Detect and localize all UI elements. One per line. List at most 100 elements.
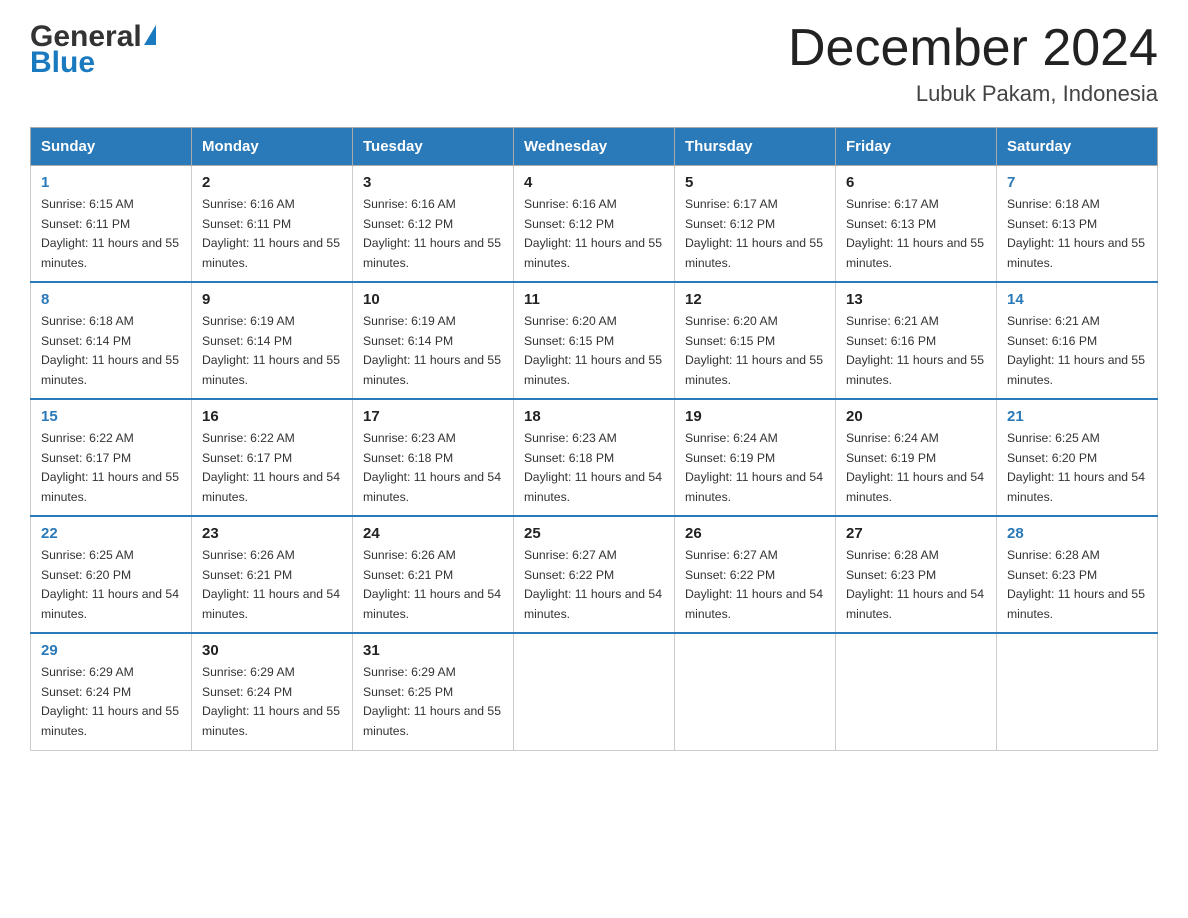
day-number: 19: [685, 408, 825, 425]
calendar-cell: 22Sunrise: 6:25 AMSunset: 6:20 PMDayligh…: [31, 516, 192, 633]
week-row-3: 15 Sunrise: 6:22 AMSunset: 6:17 PMDayligh…: [31, 399, 1158, 516]
day-info: Sunrise: 6:17 AMSunset: 6:13 PMDaylight:…: [846, 195, 986, 273]
calendar-cell: 7 Sunrise: 6:18 AMSunset: 6:13 PMDaylight…: [997, 166, 1158, 283]
calendar-cell: 26 Sunrise: 6:27 AMSunset: 6:22 PMDayligh…: [675, 516, 836, 633]
calendar-cell: 25Sunrise: 6:27 AMSunset: 6:22 PMDayligh…: [514, 516, 675, 633]
day-info: Sunrise: 6:26 AMSunset: 6:21 PMDaylight:…: [363, 546, 503, 624]
day-info: Sunrise: 6:16 AMSunset: 6:12 PMDaylight:…: [524, 195, 664, 273]
day-number: 31: [363, 642, 503, 659]
header-day-saturday: Saturday: [997, 128, 1158, 166]
calendar-cell: [836, 633, 997, 750]
day-number: 2: [202, 174, 342, 191]
day-number: 15: [41, 408, 181, 425]
day-info: Sunrise: 6:16 AMSunset: 6:11 PMDaylight:…: [202, 195, 342, 273]
day-info: Sunrise: 6:19 AMSunset: 6:14 PMDaylight:…: [363, 312, 503, 390]
calendar-cell: 28Sunrise: 6:28 AMSunset: 6:23 PMDayligh…: [997, 516, 1158, 633]
day-number: 1: [41, 174, 181, 191]
day-number: 21: [1007, 408, 1147, 425]
day-info: Sunrise: 6:27 AMSunset: 6:22 PMDaylight:…: [685, 546, 825, 624]
day-info: Sunrise: 6:22 AMSunset: 6:17 PMDaylight:…: [202, 429, 342, 507]
day-number: 9: [202, 291, 342, 308]
day-info: Sunrise: 6:18 AMSunset: 6:13 PMDaylight:…: [1007, 195, 1147, 273]
day-info: Sunrise: 6:24 AMSunset: 6:19 PMDaylight:…: [685, 429, 825, 507]
day-info: Sunrise: 6:25 AMSunset: 6:20 PMDaylight:…: [1007, 429, 1147, 507]
day-info: Sunrise: 6:20 AMSunset: 6:15 PMDaylight:…: [685, 312, 825, 390]
day-number: 18: [524, 408, 664, 425]
header-day-thursday: Thursday: [675, 128, 836, 166]
calendar-cell: 12 Sunrise: 6:20 AMSunset: 6:15 PMDayligh…: [675, 282, 836, 399]
page-header: General Blue December 2024 Lubuk Pakam, …: [30, 20, 1158, 107]
calendar-cell: 8 Sunrise: 6:18 AMSunset: 6:14 PMDaylight…: [31, 282, 192, 399]
day-number: 7: [1007, 174, 1147, 191]
calendar-cell: 1 Sunrise: 6:15 AMSunset: 6:11 PMDaylight…: [31, 166, 192, 283]
calendar-cell: 20Sunrise: 6:24 AMSunset: 6:19 PMDayligh…: [836, 399, 997, 516]
day-number: 16: [202, 408, 342, 425]
calendar-cell: 10 Sunrise: 6:19 AMSunset: 6:14 PMDayligh…: [353, 282, 514, 399]
day-info: Sunrise: 6:29 AMSunset: 6:25 PMDaylight:…: [363, 663, 503, 741]
day-info: Sunrise: 6:25 AMSunset: 6:20 PMDaylight:…: [41, 546, 181, 624]
calendar-cell: 3 Sunrise: 6:16 AMSunset: 6:12 PMDaylight…: [353, 166, 514, 283]
day-number: 30: [202, 642, 342, 659]
calendar-table: SundayMondayTuesdayWednesdayThursdayFrid…: [30, 127, 1158, 750]
calendar-cell: 13 Sunrise: 6:21 AMSunset: 6:16 PMDayligh…: [836, 282, 997, 399]
calendar-cell: 23Sunrise: 6:26 AMSunset: 6:21 PMDayligh…: [192, 516, 353, 633]
calendar-cell: 21 Sunrise: 6:25 AMSunset: 6:20 PMDayligh…: [997, 399, 1158, 516]
calendar-cell: 6Sunrise: 6:17 AMSunset: 6:13 PMDaylight…: [836, 166, 997, 283]
day-info: Sunrise: 6:21 AMSunset: 6:16 PMDaylight:…: [1007, 312, 1147, 390]
calendar-cell: 18 Sunrise: 6:23 AMSunset: 6:18 PMDayligh…: [514, 399, 675, 516]
day-number: 3: [363, 174, 503, 191]
calendar-cell: 9 Sunrise: 6:19 AMSunset: 6:14 PMDaylight…: [192, 282, 353, 399]
header-row: SundayMondayTuesdayWednesdayThursdayFrid…: [31, 128, 1158, 166]
day-number: 27: [846, 525, 986, 542]
day-number: 8: [41, 291, 181, 308]
day-number: 20: [846, 408, 986, 425]
calendar-cell: 30 Sunrise: 6:29 AMSunset: 6:24 PMDayligh…: [192, 633, 353, 750]
day-number: 28: [1007, 525, 1147, 542]
header-day-wednesday: Wednesday: [514, 128, 675, 166]
day-info: Sunrise: 6:29 AMSunset: 6:24 PMDaylight:…: [202, 663, 342, 741]
calendar-cell: 27 Sunrise: 6:28 AMSunset: 6:23 PMDayligh…: [836, 516, 997, 633]
header-day-monday: Monday: [192, 128, 353, 166]
day-number: 24: [363, 525, 503, 542]
day-info: Sunrise: 6:22 AMSunset: 6:17 PMDaylight:…: [41, 429, 181, 507]
calendar-cell: 24 Sunrise: 6:26 AMSunset: 6:21 PMDayligh…: [353, 516, 514, 633]
day-info: Sunrise: 6:17 AMSunset: 6:12 PMDaylight:…: [685, 195, 825, 273]
day-number: 10: [363, 291, 503, 308]
day-info: Sunrise: 6:19 AMSunset: 6:14 PMDaylight:…: [202, 312, 342, 390]
day-info: Sunrise: 6:21 AMSunset: 6:16 PMDaylight:…: [846, 312, 986, 390]
month-title: December 2024: [788, 20, 1158, 77]
calendar-cell: 14Sunrise: 6:21 AMSunset: 6:16 PMDayligh…: [997, 282, 1158, 399]
day-info: Sunrise: 6:23 AMSunset: 6:18 PMDaylight:…: [524, 429, 664, 507]
calendar-cell: 31 Sunrise: 6:29 AMSunset: 6:25 PMDayligh…: [353, 633, 514, 750]
logo-triangle-icon: [144, 25, 156, 45]
calendar-cell: 2 Sunrise: 6:16 AMSunset: 6:11 PMDaylight…: [192, 166, 353, 283]
week-row-1: 1 Sunrise: 6:15 AMSunset: 6:11 PMDaylight…: [31, 166, 1158, 283]
day-info: Sunrise: 6:20 AMSunset: 6:15 PMDaylight:…: [524, 312, 664, 390]
calendar-cell: 19 Sunrise: 6:24 AMSunset: 6:19 PMDayligh…: [675, 399, 836, 516]
day-info: Sunrise: 6:16 AMSunset: 6:12 PMDaylight:…: [363, 195, 503, 273]
day-info: Sunrise: 6:28 AMSunset: 6:23 PMDaylight:…: [846, 546, 986, 624]
calendar-cell: [514, 633, 675, 750]
logo-blue: Blue: [30, 52, 95, 73]
calendar-cell: 16 Sunrise: 6:22 AMSunset: 6:17 PMDayligh…: [192, 399, 353, 516]
day-number: 23: [202, 525, 342, 542]
header-day-tuesday: Tuesday: [353, 128, 514, 166]
day-info: Sunrise: 6:15 AMSunset: 6:11 PMDaylight:…: [41, 195, 181, 273]
calendar-cell: 11 Sunrise: 6:20 AMSunset: 6:15 PMDayligh…: [514, 282, 675, 399]
day-info: Sunrise: 6:18 AMSunset: 6:14 PMDaylight:…: [41, 312, 181, 390]
calendar-cell: 15 Sunrise: 6:22 AMSunset: 6:17 PMDayligh…: [31, 399, 192, 516]
calendar-cell: 17Sunrise: 6:23 AMSunset: 6:18 PMDayligh…: [353, 399, 514, 516]
location-title: Lubuk Pakam, Indonesia: [788, 81, 1158, 107]
day-info: Sunrise: 6:27 AMSunset: 6:22 PMDaylight:…: [524, 546, 664, 624]
day-number: 13: [846, 291, 986, 308]
week-row-2: 8 Sunrise: 6:18 AMSunset: 6:14 PMDaylight…: [31, 282, 1158, 399]
day-number: 11: [524, 291, 664, 308]
day-number: 4: [524, 174, 664, 191]
calendar-cell: 29Sunrise: 6:29 AMSunset: 6:24 PMDayligh…: [31, 633, 192, 750]
title-section: December 2024 Lubuk Pakam, Indonesia: [788, 20, 1158, 107]
week-row-5: 29Sunrise: 6:29 AMSunset: 6:24 PMDayligh…: [31, 633, 1158, 750]
header-day-sunday: Sunday: [31, 128, 192, 166]
day-number: 12: [685, 291, 825, 308]
day-number: 26: [685, 525, 825, 542]
header-day-friday: Friday: [836, 128, 997, 166]
